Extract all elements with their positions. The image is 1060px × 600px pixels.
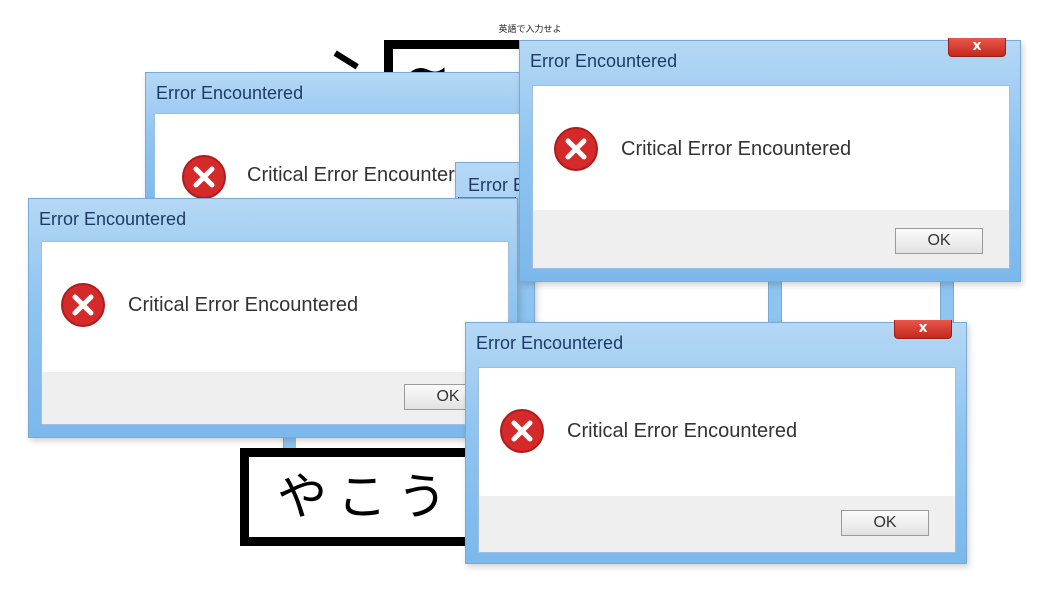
dialog-title: Error Encountered: [156, 83, 304, 103]
error-x-icon: [61, 283, 105, 327]
ok-button[interactable]: OK: [895, 228, 983, 254]
answer-box-bottom[interactable]: やこう: [240, 448, 490, 546]
screen: 英語で入力せよ ~ Error Encountered Critical Err…: [0, 0, 1060, 600]
error-x-icon: [500, 409, 544, 453]
dialog-message: Critical Error Encountered: [621, 138, 852, 160]
dialog-message: Critical Error Encountered: [128, 294, 359, 316]
instruction-text: 英語で入力せよ: [498, 25, 562, 35]
dialog-message: Critical Error Encountered: [247, 164, 478, 186]
close-button[interactable]: x: [948, 38, 1006, 57]
dialog-title: Error Encountered: [530, 51, 678, 71]
answer-box-bottom-text: やこう: [277, 468, 457, 526]
error-dialog-bottom-right: Error Encountered x Critical Error Encou…: [465, 320, 967, 564]
close-button[interactable]: x: [894, 320, 952, 339]
dialog-message: Critical Error Encountered: [567, 420, 798, 442]
dialog-title: Error Encountered: [476, 333, 624, 353]
error-dialog-left: Error Encountered Critical Error Encount…: [28, 198, 518, 438]
error-x-icon: [182, 155, 226, 199]
dialog-title: Error Encountered: [39, 209, 187, 229]
ok-button[interactable]: OK: [841, 510, 929, 536]
dialog-body: Critical Error Encountered OK: [532, 85, 1010, 269]
error-dialog-top-right: Error Encountered x Critical Error Encou…: [519, 38, 1021, 282]
error-x-icon: [554, 127, 598, 171]
dialog-body: Critical Error Encountered OK: [478, 367, 956, 553]
dialog-body: Critical Error Encountered OK: [41, 241, 509, 425]
dialog-title: Error E: [468, 175, 526, 195]
